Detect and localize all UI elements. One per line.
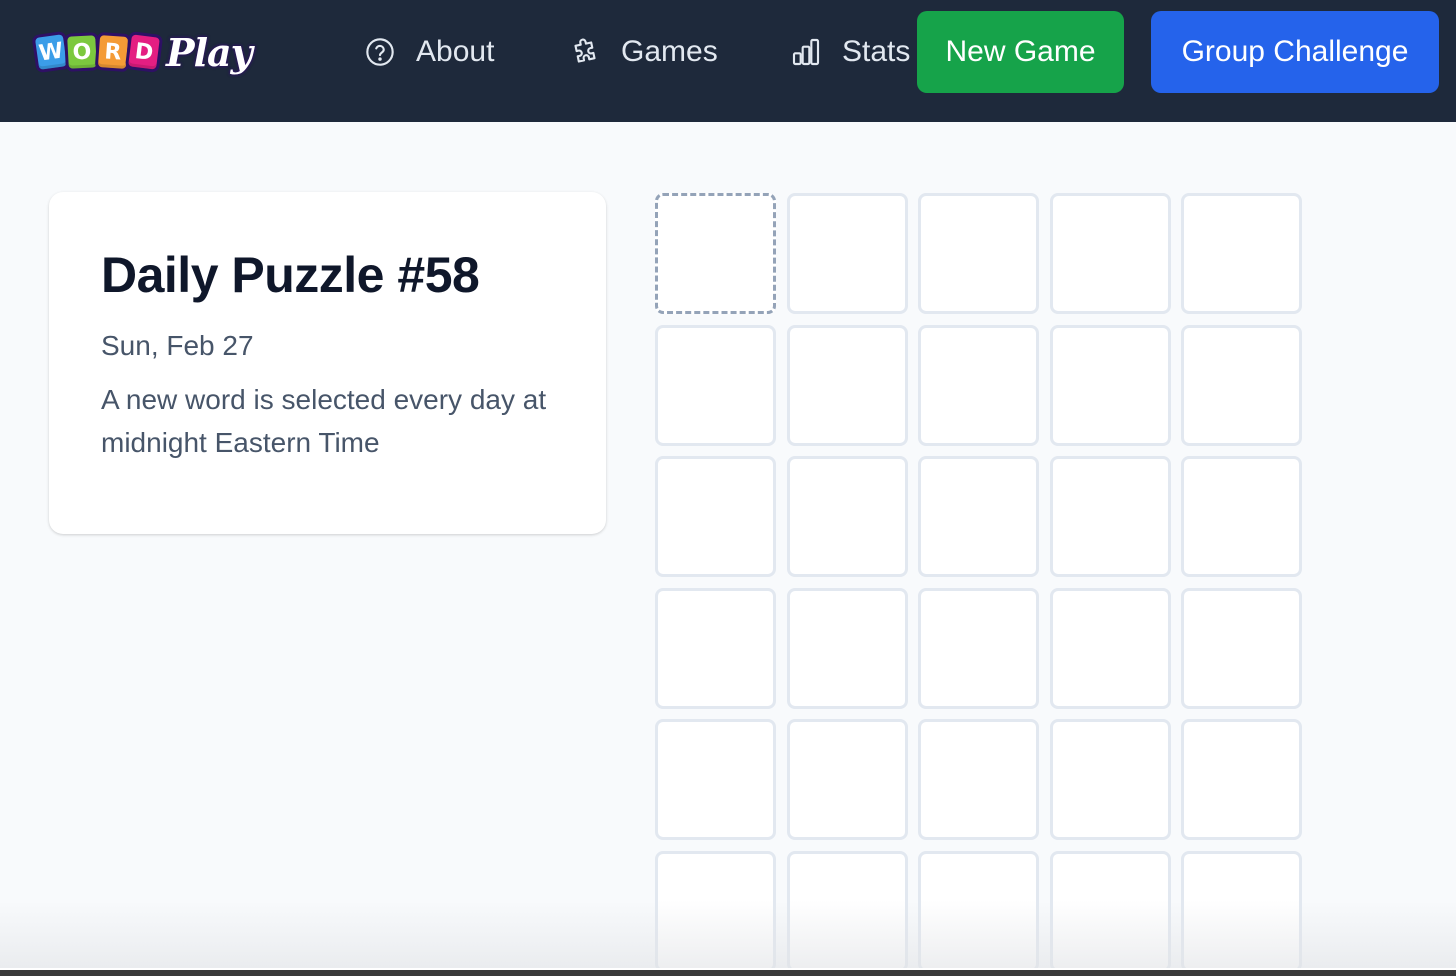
- board-tile[interactable]: [918, 324, 1039, 446]
- board-tile[interactable]: [655, 456, 776, 577]
- logo-letter-tile: D: [124, 31, 164, 73]
- new-game-button[interactable]: New Game: [917, 11, 1124, 93]
- board-tile[interactable]: [1181, 719, 1302, 840]
- board-tile[interactable]: [786, 456, 908, 577]
- bar-chart-icon: [792, 38, 820, 66]
- window-bottom-edge: [0, 968, 1456, 976]
- board-tile[interactable]: [918, 719, 1039, 840]
- board-tile[interactable]: [655, 324, 776, 446]
- board-tile[interactable]: [1049, 850, 1171, 972]
- logo-play-text: Play: [166, 29, 253, 75]
- logo-letter-tile: O: [64, 32, 100, 72]
- board-tile[interactable]: [1181, 850, 1302, 972]
- nav-games-link[interactable]: Games: [569, 34, 718, 70]
- board-tile[interactable]: [918, 456, 1039, 577]
- nav-stats-link[interactable]: Stats: [790, 34, 910, 70]
- puzzle-date: Sun, Feb 27: [101, 330, 254, 361]
- board-tile[interactable]: [1181, 456, 1302, 577]
- puzzle-icon: [574, 38, 596, 63]
- nav-about-label: About: [416, 35, 495, 68]
- board-tile[interactable]: [655, 193, 776, 314]
- group-challenge-button[interactable]: Group Challenge: [1151, 11, 1439, 93]
- board-tile[interactable]: [786, 850, 908, 972]
- board-tile[interactable]: [1049, 587, 1171, 709]
- puzzle-title: Daily Puzzle #58: [101, 247, 480, 303]
- board-tile[interactable]: [655, 719, 776, 840]
- top-navbar: W O R D Play About Games Stats New Game …: [0, 0, 1456, 122]
- board-tile[interactable]: [786, 587, 908, 709]
- board-tile[interactable]: [1049, 324, 1171, 446]
- board-tile[interactable]: [786, 193, 908, 314]
- board-tile[interactable]: [1181, 193, 1302, 314]
- board-tile[interactable]: [786, 324, 908, 446]
- board-tile[interactable]: [918, 850, 1039, 972]
- board-tile[interactable]: [655, 587, 776, 709]
- board-tile[interactable]: [918, 193, 1039, 314]
- board-tile[interactable]: [1049, 456, 1171, 577]
- nav-about-link[interactable]: About: [364, 34, 494, 70]
- board-tile[interactable]: [1181, 324, 1302, 446]
- board-tile[interactable]: [918, 587, 1039, 709]
- board-tile[interactable]: [1181, 587, 1302, 709]
- nav-stats-label: Stats: [842, 35, 911, 68]
- puzzle-description: A new word is selected every day at midn…: [101, 384, 547, 458]
- board-tile[interactable]: [786, 719, 908, 840]
- nav-games-label: Games: [621, 35, 718, 68]
- board-tile[interactable]: [1049, 193, 1171, 314]
- game-board: [655, 193, 1302, 972]
- board-tile[interactable]: [1049, 719, 1171, 840]
- daily-puzzle-card: Daily Puzzle #58 Sun, Feb 27 A new word …: [49, 192, 606, 534]
- board-tile[interactable]: [655, 850, 776, 972]
- wordplay-logo[interactable]: W O R D Play: [31, 24, 253, 80]
- help-circle-icon: [366, 38, 394, 66]
